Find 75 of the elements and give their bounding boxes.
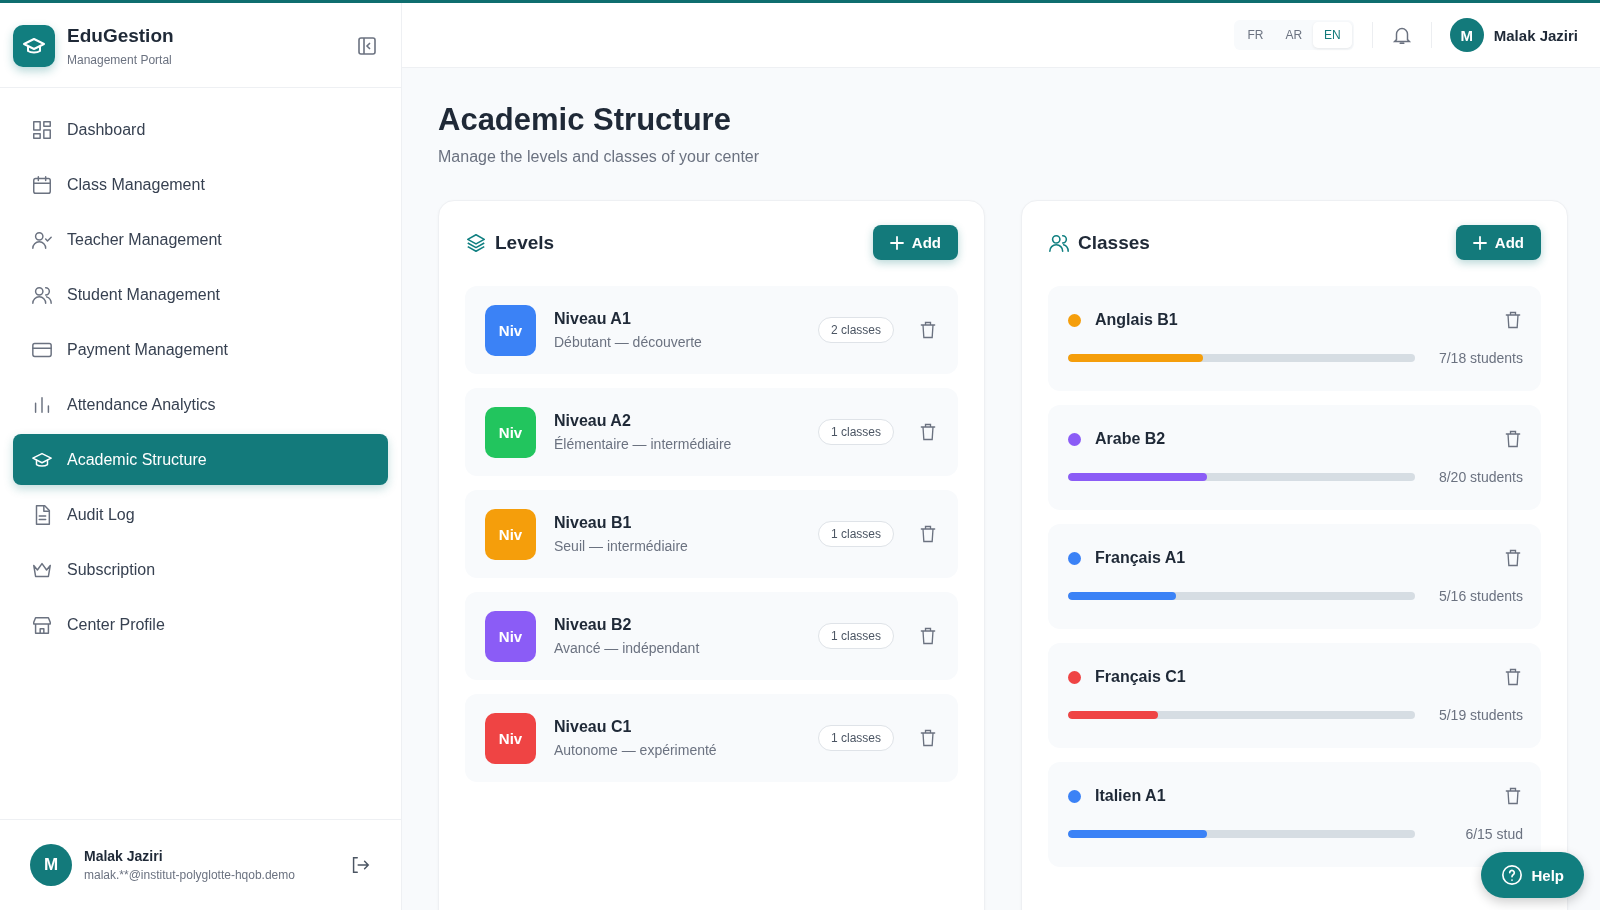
student-count: 8/20 students <box>1437 469 1523 485</box>
level-description: Autonome — expérimenté <box>554 742 718 758</box>
delete-icon[interactable] <box>1503 429 1523 449</box>
level-badge: Niv <box>485 304 536 356</box>
student-count: 7/18 students <box>1437 350 1523 366</box>
class-name: Français C1 <box>1095 668 1187 686</box>
language-option[interactable]: FR <box>1236 22 1275 48</box>
add-button[interactable]: Add <box>872 225 958 260</box>
layers-icon <box>465 231 487 254</box>
nav-item[interactable]: Teacher Management <box>13 214 388 265</box>
delete-icon[interactable] <box>918 524 938 544</box>
app-name: EduGestion <box>67 25 175 47</box>
collapse-sidebar-icon[interactable] <box>357 36 377 56</box>
delete-icon[interactable] <box>1503 310 1523 330</box>
nav-item[interactable]: Audit Log <box>13 489 388 540</box>
class-name: Anglais B1 <box>1095 311 1179 329</box>
class-name: Français A1 <box>1095 549 1187 567</box>
class-count: 1 classes <box>817 419 894 445</box>
nav-item[interactable]: Student Management <box>13 269 388 320</box>
level-name: Niveau B2 <box>554 616 633 634</box>
delete-icon[interactable] <box>918 728 938 748</box>
delete-icon[interactable] <box>1503 667 1523 687</box>
class-count: 1 classes <box>817 725 894 751</box>
level-badge: Niv <box>485 712 536 764</box>
nav-item[interactable]: Academic Structure <box>13 434 388 485</box>
student-count: 6/15 stud <box>1464 826 1523 842</box>
calendar-icon <box>31 173 53 196</box>
nav-item[interactable]: Class Management <box>13 159 388 210</box>
nav-item[interactable]: Payment Management <box>13 324 388 375</box>
student-count: 5/19 students <box>1437 707 1523 723</box>
user-name: Malak Jaziri <box>84 848 164 864</box>
nav-item[interactable]: Attendance Analytics <box>13 379 388 430</box>
user-email: malak.**@institut-polyglotte-hqob.demo <box>84 868 296 882</box>
level-name: Niveau A2 <box>554 412 632 430</box>
help-button[interactable]: Help <box>1481 852 1584 898</box>
add-button[interactable]: Add <box>1455 225 1541 260</box>
level-description: Élémentaire — intermédiaire <box>554 436 733 452</box>
panel-title: Classes <box>1078 231 1151 254</box>
nav-item[interactable]: Dashboard <box>13 104 388 155</box>
nav-item[interactable]: Subscription <box>13 544 388 595</box>
plus-icon <box>1472 235 1487 250</box>
delete-icon[interactable] <box>918 626 938 646</box>
grid-icon <box>31 118 53 141</box>
language-option[interactable]: EN <box>1313 22 1352 48</box>
user-avatar: M <box>30 844 72 886</box>
class-count: 1 classes <box>817 623 894 649</box>
app-subtitle: Management Portal <box>67 53 173 67</box>
level-description: Seuil — intermédiaire <box>554 538 689 554</box>
level-description: Avancé — indépendant <box>554 640 701 656</box>
page-subtitle: Manage the levels and classes of your center <box>438 148 761 166</box>
level-badge: Niv <box>485 610 536 662</box>
nav-item[interactable]: Center Profile <box>13 599 388 650</box>
class-count: 1 classes <box>817 521 894 547</box>
class-count: 2 classes <box>817 317 894 343</box>
level-badge: Niv <box>485 406 536 458</box>
user-name: Malak Jaziri <box>1493 26 1578 44</box>
graduation-cap-logo <box>13 25 55 67</box>
level-name: Niveau C1 <box>554 718 633 736</box>
delete-icon[interactable] <box>918 422 938 442</box>
page-title: Academic Structure <box>438 102 732 138</box>
user-avatar[interactable]: M <box>1449 18 1484 52</box>
class-name: Arabe B2 <box>1095 430 1167 448</box>
level-badge: Niv <box>485 508 536 560</box>
delete-icon[interactable] <box>918 320 938 340</box>
student-count: 5/16 students <box>1437 588 1523 604</box>
language-option[interactable]: AR <box>1274 22 1314 48</box>
help-icon <box>1501 864 1524 886</box>
level-name: Niveau A1 <box>554 310 632 328</box>
level-description: Débutant — découverte <box>554 334 703 350</box>
panel-title: Levels <box>495 231 556 254</box>
level-name: Niveau B1 <box>554 514 633 532</box>
class-name: Italien A1 <box>1095 787 1167 805</box>
plus-icon <box>889 235 904 250</box>
delete-icon[interactable] <box>1503 548 1523 568</box>
delete-icon[interactable] <box>1503 786 1523 806</box>
